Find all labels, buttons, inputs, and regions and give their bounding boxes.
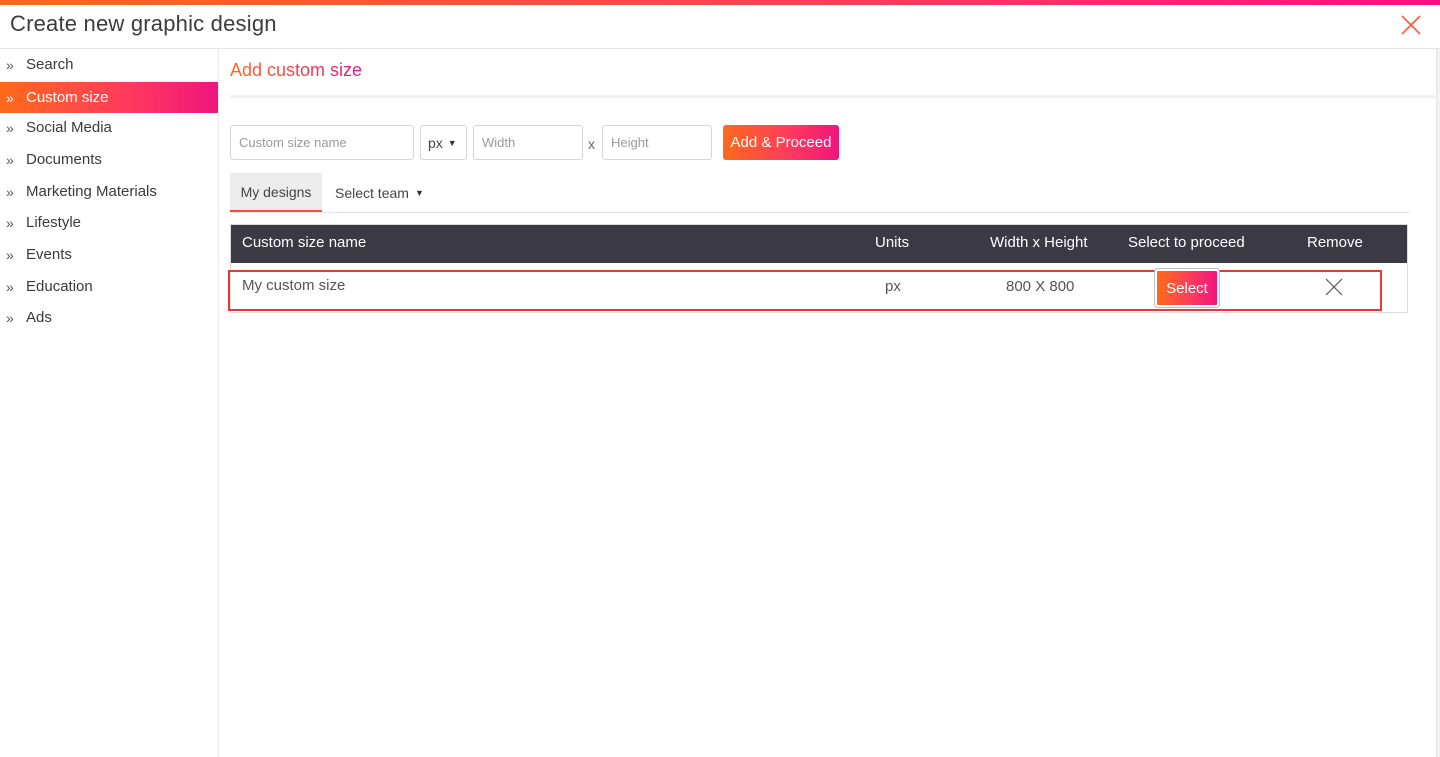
double-chevron-right-icon: »: [6, 119, 14, 136]
tabs-divider: [230, 212, 1410, 213]
select-button[interactable]: Select: [1155, 269, 1219, 307]
close-icon[interactable]: [1324, 277, 1344, 297]
double-chevron-right-icon: »: [6, 183, 14, 200]
scrollbar[interactable]: [1436, 49, 1440, 757]
column-header-name: Custom size name: [242, 234, 367, 251]
caret-down-icon: ▼: [414, 188, 424, 198]
sidebar-item-events[interactable]: » Events: [0, 239, 218, 270]
sidebar-item-marketing-materials[interactable]: » Marketing Materials: [0, 176, 218, 207]
sidebar-item-label: Social Media: [26, 119, 112, 136]
row-dimensions: 800 X 800: [1006, 278, 1075, 295]
sidebar-item-education[interactable]: » Education: [0, 271, 218, 302]
custom-sizes-table: Custom size name Units Width x Height Se…: [230, 224, 1408, 313]
sidebar-item-search[interactable]: » Search: [0, 49, 218, 80]
sidebar-item-label: Lifestyle: [26, 214, 82, 231]
sidebar-item-label: Search: [26, 56, 74, 73]
double-chevron-right-icon: »: [6, 214, 14, 231]
double-chevron-right-icon: »: [6, 56, 14, 73]
tab-my-designs[interactable]: My designs: [230, 173, 322, 213]
tab-label: My designs: [240, 183, 312, 200]
table-row: My custom size px 800 X 800: [231, 263, 1407, 312]
sidebar-item-label: Education: [26, 278, 93, 295]
sidebar-item-label: Events: [26, 246, 72, 263]
sidebar-item-label: Marketing Materials: [26, 183, 157, 200]
section-title: Add custom size: [230, 60, 363, 80]
section-divider: [230, 95, 1437, 98]
sidebar-item-ads[interactable]: » Ads: [0, 302, 218, 333]
row-units: px: [885, 278, 901, 295]
row-size-name: My custom size: [242, 277, 346, 294]
sidebar-item-label: Documents: [26, 151, 102, 168]
sidebar-item-label: Ads: [26, 309, 52, 326]
double-chevron-right-icon: »: [6, 309, 14, 326]
column-header-select: Select to proceed: [1128, 234, 1245, 251]
double-chevron-right-icon: »: [6, 89, 14, 106]
unit-select-value: px: [428, 134, 443, 151]
double-chevron-right-icon: »: [6, 151, 14, 168]
sidebar-item-label: Custom size: [26, 89, 109, 106]
sidebar-item-custom-size[interactable]: » Custom size: [0, 82, 218, 113]
sidebar-item-social-media[interactable]: » Social Media: [0, 112, 218, 143]
column-header-dimensions: Width x Height: [990, 234, 1088, 251]
dialog-header: Create new graphic design: [0, 5, 1440, 49]
sidebar-item-lifestyle[interactable]: » Lifestyle: [0, 207, 218, 238]
caret-down-icon: ▼: [447, 137, 457, 148]
width-input[interactable]: [473, 125, 583, 160]
add-and-proceed-button[interactable]: Add & Proceed: [723, 125, 839, 160]
sidebar-item-documents[interactable]: » Documents: [0, 144, 218, 175]
table-header: Custom size name Units Width x Height Se…: [231, 225, 1407, 263]
times-symbol: x: [588, 136, 595, 152]
dialog-title: Create new graphic design: [10, 11, 277, 36]
double-chevron-right-icon: »: [6, 278, 14, 295]
close-icon[interactable]: [1398, 12, 1424, 38]
category-sidebar: » Search » Custom size » Social Media » …: [0, 49, 219, 757]
column-header-remove: Remove: [1307, 234, 1363, 251]
tab-select-team[interactable]: Select team ▼: [335, 173, 424, 213]
custom-size-name-input[interactable]: [230, 125, 414, 160]
column-header-units: Units: [875, 234, 910, 251]
height-input[interactable]: [602, 125, 712, 160]
double-chevron-right-icon: »: [6, 246, 14, 263]
unit-select[interactable]: px ▼: [420, 125, 467, 160]
tab-label: Select team: [335, 185, 409, 201]
